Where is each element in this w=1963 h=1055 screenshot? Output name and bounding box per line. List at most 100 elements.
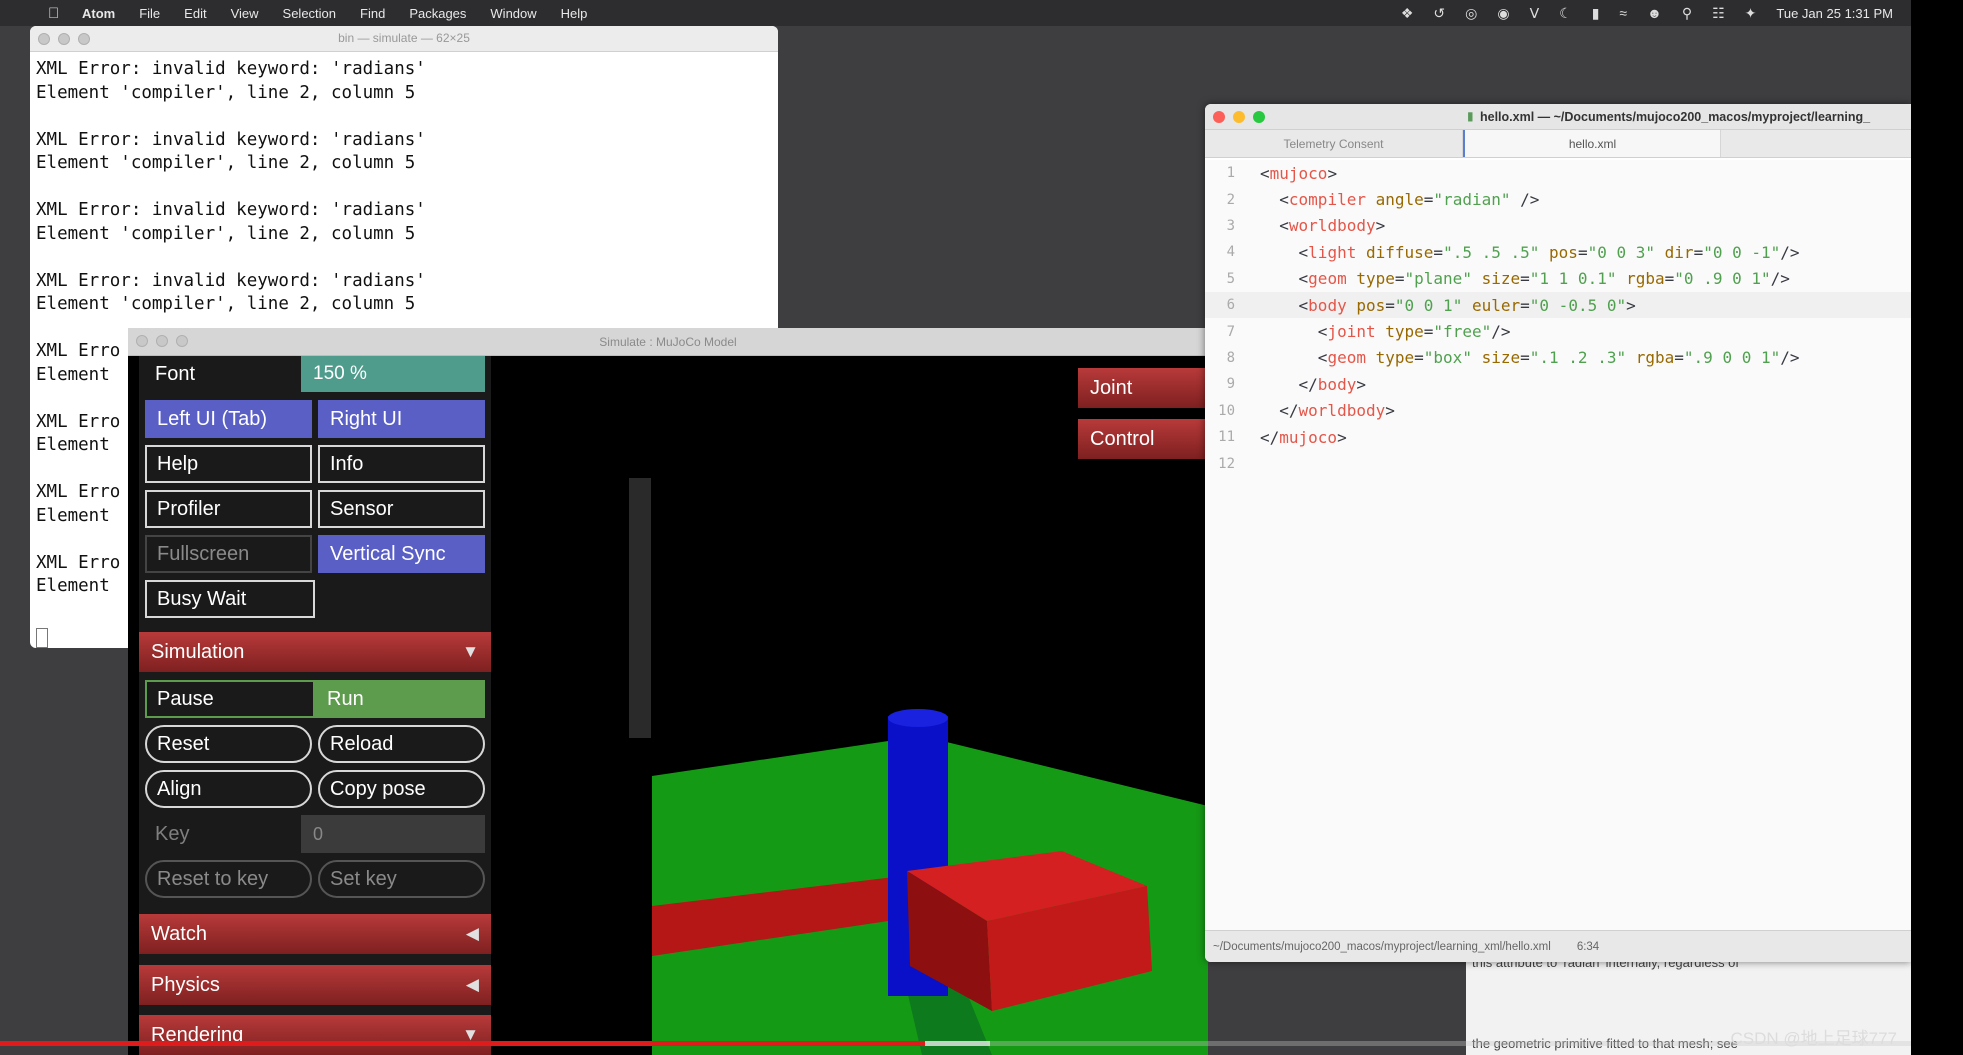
zoom-window-button[interactable] [1253, 111, 1265, 123]
fullscreen-toggle[interactable]: Fullscreen [145, 535, 312, 573]
expand-arrow-icon: ◀ [465, 975, 479, 994]
line-number: 4 [1226, 244, 1235, 261]
watermark: CSDN @地上足球777 [1730, 1029, 1897, 1048]
video-progress-buffered [925, 1041, 990, 1046]
apple-icon[interactable]:  [48, 5, 70, 22]
rendering-section-header[interactable]: Rendering ▼ [139, 1015, 491, 1055]
copy-pose-button[interactable]: Copy pose [318, 770, 485, 808]
line-number: 5 [1226, 270, 1235, 287]
line-number: 3 [1226, 217, 1235, 234]
physics-section-header[interactable]: Physics ◀ [139, 965, 491, 1005]
run-button[interactable]: Run [315, 680, 485, 718]
file-icon: ▮ [1467, 109, 1474, 123]
bluetooth-icon[interactable]: ᐯ [1530, 5, 1540, 22]
terminal-line: XML Error: invalid keyword: 'radians' [36, 270, 426, 291]
video-progress-played [0, 1041, 925, 1046]
simulate-title: Simulate : MuJoCo Model [599, 335, 737, 349]
menu-edit[interactable]: Edit [184, 6, 206, 21]
terminal-line: XML Error: invalid keyword: 'radians' [36, 59, 426, 79]
desktop:  Atom File Edit View Selection Find Pac… [0, 0, 1911, 1055]
code-line-6: <body pos="0 0 1" euler="0 -0.5 0"> [1298, 295, 1636, 315]
creative-cloud-icon[interactable]: ◎ [1465, 5, 1477, 22]
letterbox-right [1911, 0, 1963, 1055]
code-line-11: </mujoco> [1260, 427, 1347, 447]
line-number: 2 [1226, 191, 1235, 208]
menu-clock[interactable]: Tue Jan 25 1:31 PM [1776, 6, 1893, 21]
line-number: 8 [1226, 349, 1235, 366]
globe-icon[interactable]: ◉ [1497, 5, 1509, 22]
simulation-section-label: Simulation [151, 640, 245, 663]
code-line-7: <joint type="free"/> [1317, 322, 1511, 342]
terminal-line: Element 'compiler', line 2, column 5 [36, 294, 416, 314]
simulate-window: Simulate : MuJoCo Model Font 150 % Left … [128, 328, 1208, 1055]
simulation-section-header[interactable]: Simulation ▼ [139, 632, 491, 672]
battery-icon[interactable]: ▮ [1592, 5, 1600, 22]
help-toggle[interactable]: Help [145, 445, 312, 483]
moon-icon[interactable]: ☾ [1559, 5, 1572, 22]
menu-window[interactable]: Window [490, 6, 536, 21]
menu-help[interactable]: Help [561, 6, 588, 21]
code-line-2: <compiler angle="radian" /> [1279, 190, 1540, 210]
terminal-line: Element 'compiler', line 2, column 5 [36, 223, 416, 244]
menu-packages[interactable]: Packages [409, 6, 466, 21]
left-ui-scrollbar[interactable] [629, 478, 651, 738]
terminal-line: Element 'compiler', line 2, column 5 [36, 153, 416, 173]
user-icon[interactable]: ☻ [1647, 5, 1662, 21]
terminal-titlebar: bin — simulate — 62×25 [30, 26, 778, 52]
control-section-header[interactable]: Control [1078, 419, 1208, 459]
font-scale-field[interactable]: 150 % [301, 356, 485, 392]
code-line-8: <geom type="box" size=".1 .2 .3" rgba=".… [1317, 348, 1800, 368]
key-label: Key [155, 822, 190, 845]
physics-section-label: Physics [151, 973, 220, 996]
close-window-button[interactable] [1213, 111, 1225, 123]
line-number: 7 [1226, 323, 1235, 340]
wifi-icon[interactable]: ≈ [1619, 5, 1627, 21]
sensor-toggle[interactable]: Sensor [318, 490, 485, 528]
atom-title: hello.xml — ~/Documents/mujoco200_macos/… [1480, 110, 1871, 124]
time-machine-icon[interactable]: ↺ [1433, 5, 1445, 22]
siri-icon[interactable]: ✦ [1745, 5, 1757, 22]
profiler-toggle[interactable]: Profiler [145, 490, 312, 528]
video-progress-bar[interactable] [0, 1041, 1911, 1046]
terminal-cursor [36, 628, 48, 648]
menu-find[interactable]: Find [360, 6, 385, 21]
minimize-window-button[interactable] [1233, 111, 1245, 123]
terminal-line: XML Error: invalid keyword: 'radians' [36, 129, 426, 150]
terminal-title: bin — simulate — 62×25 [338, 31, 470, 45]
left-ui-panel: Font 150 % Left UI (Tab) Right UI Help I… [139, 356, 491, 1055]
busy-wait-toggle[interactable]: Busy Wait [145, 580, 315, 618]
menu-view[interactable]: View [231, 6, 259, 21]
info-toggle[interactable]: Info [318, 445, 485, 483]
reset-button[interactable]: Reset [145, 725, 312, 763]
align-button[interactable]: Align [145, 770, 312, 808]
atom-titlebar: ▮ hello.xml — ~/Documents/mujoco200_maco… [1205, 104, 1911, 130]
dropbox-icon[interactable]: ❖ [1401, 5, 1414, 22]
watch-section-label: Watch [151, 922, 207, 945]
menu-file[interactable]: File [139, 6, 160, 21]
menu-app-name[interactable]: Atom [82, 6, 115, 21]
joint-section-header[interactable]: Joint [1078, 368, 1208, 408]
menu-selection[interactable]: Selection [283, 6, 336, 21]
watch-section-header[interactable]: Watch ◀ [139, 914, 491, 954]
status-file-path[interactable]: ~/Documents/mujoco200_macos/myproject/le… [1213, 941, 1551, 953]
status-cursor-position[interactable]: 6:34 [1577, 941, 1599, 953]
code-line-9: </body> [1260, 374, 1366, 394]
control-center-icon[interactable]: ☷ [1712, 5, 1725, 22]
line-number: 9 [1226, 376, 1235, 393]
reset-to-key-button[interactable]: Reset to key [145, 860, 312, 898]
terminal-line: Element 'compiler', line 2, column 5 [36, 82, 416, 103]
cylinder-top [888, 709, 948, 727]
reload-button[interactable]: Reload [318, 725, 485, 763]
right-ui-toggle[interactable]: Right UI [318, 400, 485, 438]
pause-button[interactable]: Pause [145, 680, 315, 718]
vertical-sync-toggle[interactable]: Vertical Sync [318, 535, 485, 573]
set-key-button[interactable]: Set key [318, 860, 485, 898]
key-slider[interactable]: 0 [301, 815, 485, 853]
tab-hello-xml[interactable]: hello.xml [1463, 130, 1721, 157]
code-editor[interactable]: 1 <mujoco> 2 <compiler angle="radian" />… [1205, 160, 1911, 930]
tab-telemetry-consent[interactable]: Telemetry Consent [1205, 130, 1463, 157]
search-icon[interactable]: ⚲ [1682, 5, 1692, 22]
left-ui-toggle[interactable]: Left UI (Tab) [145, 400, 312, 438]
collapse-arrow-icon: ▼ [462, 642, 479, 661]
